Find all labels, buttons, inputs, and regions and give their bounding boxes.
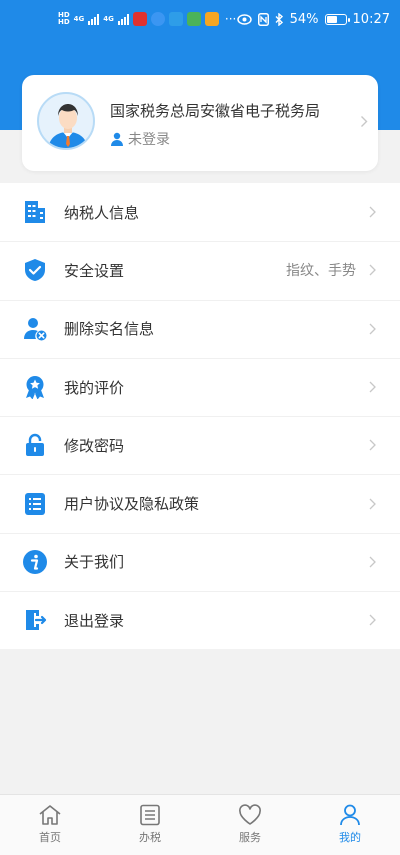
person-icon: [340, 804, 360, 826]
tab-label: 服务: [239, 831, 261, 844]
notification-app-icon: [204, 12, 219, 26]
menu-item-logout[interactable]: 退出登录: [0, 591, 400, 649]
chevron-right-icon: [369, 206, 376, 218]
menu-item-label: 关于我们: [64, 553, 125, 572]
person-icon: [111, 132, 123, 146]
eye-icon: [236, 14, 252, 25]
tab-label: 办税: [139, 831, 161, 844]
profile-name: 国家税务总局安徽省电子税务局: [110, 102, 321, 120]
heart-icon: [239, 804, 261, 825]
message-icon: [150, 12, 165, 26]
bluetooth-icon: [275, 13, 283, 26]
shield-check-icon: [22, 257, 48, 283]
user-avatar-icon: [48, 104, 88, 148]
menu-item-label: 修改密码: [64, 436, 125, 455]
bottom-tab-bar: 首页 办税 服务 我的: [0, 794, 400, 855]
login-status-text: 未登录: [128, 132, 170, 148]
menu-item-label: 退出登录: [64, 611, 125, 630]
chevron-right-icon: [369, 381, 376, 393]
home-icon: [39, 805, 61, 825]
notification-app-icon: [132, 12, 147, 26]
chevron-right-icon: [361, 116, 368, 127]
login-status-row[interactable]: 未登录: [110, 129, 170, 149]
menu-item-about-us[interactable]: 关于我们: [0, 532, 400, 591]
menu-item-label: 安全设置: [64, 261, 125, 280]
rating-medal-icon: [22, 374, 48, 400]
chevron-right-icon: [369, 614, 376, 626]
nfc-icon: [257, 13, 269, 26]
tab-label: 我的: [339, 831, 361, 844]
tab-home[interactable]: 首页: [0, 795, 100, 855]
menu-item-delete-realname[interactable]: 删除实名信息: [0, 299, 400, 358]
clock: 10:27: [352, 12, 390, 27]
menu-item-label: 用户协议及隐私政策: [64, 495, 200, 514]
network-type-2: 4G: [103, 14, 114, 23]
notification-app-icon: [186, 12, 201, 26]
info-icon: [22, 549, 48, 575]
security-methods-value: 指纹、手势: [286, 263, 356, 280]
status-bar: HD HD 4G 4G ··· 54% 10:27: [0, 0, 400, 44]
chevron-right-icon: [369, 323, 376, 335]
unlock-icon: [22, 432, 48, 458]
menu-item-change-password[interactable]: 修改密码: [0, 416, 400, 474]
building-icon: [22, 199, 48, 225]
menu-item-taxpayer-info[interactable]: 纳税人信息: [0, 183, 400, 241]
chevron-right-icon: [369, 264, 376, 276]
chevron-right-icon: [369, 556, 376, 568]
notification-app-icon: [168, 12, 183, 26]
signal-icon-2: [117, 13, 129, 25]
network-type: 4G: [73, 14, 85, 23]
hd-indicator: HD HD: [58, 11, 70, 26]
tab-tax[interactable]: 办税: [100, 795, 200, 855]
status-bar-right: 54% 10:27: [236, 12, 390, 27]
status-bar-left: HD HD 4G 4G ···: [58, 12, 236, 26]
list-document-icon: [22, 491, 48, 517]
chevron-right-icon: [369, 498, 376, 510]
menu-item-security-settings[interactable]: 安全设置 指纹、手势: [0, 241, 400, 299]
battery-icon: [324, 14, 350, 25]
profile-card[interactable]: 国家税务总局安徽省电子税务局 未登录: [22, 75, 378, 171]
tab-label: 首页: [39, 831, 61, 844]
menu-item-label: 我的评价: [64, 378, 125, 397]
menu-item-user-agreement[interactable]: 用户协议及隐私政策: [0, 474, 400, 532]
document-list-icon: [140, 804, 160, 826]
menu-item-label: 删除实名信息: [64, 320, 155, 339]
tab-service[interactable]: 服务: [200, 795, 300, 855]
menu-item-label: 纳税人信息: [64, 203, 140, 222]
chevron-right-icon: [369, 439, 376, 451]
logout-door-icon: [22, 607, 48, 633]
more-notifications-icon: ···: [224, 12, 237, 26]
signal-icon: [88, 13, 100, 25]
battery-percent: 54%: [289, 12, 319, 27]
user-remove-icon: [22, 316, 48, 342]
menu-item-my-rating[interactable]: 我的评价: [0, 357, 400, 416]
tab-mine[interactable]: 我的: [300, 795, 400, 855]
avatar[interactable]: [37, 92, 95, 150]
settings-menu: 纳税人信息 安全设置 指纹、手势 删除实名信息 我的评价 修改密码 用户协议及隐…: [0, 183, 400, 650]
